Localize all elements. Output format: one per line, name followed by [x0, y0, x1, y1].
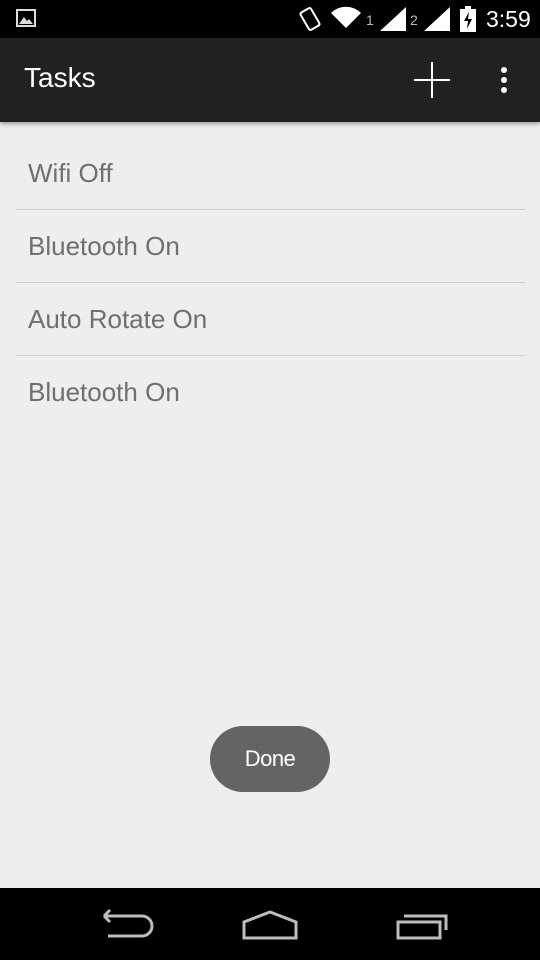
home-icon: [242, 910, 298, 940]
done-button[interactable]: Done: [210, 726, 330, 792]
action-bar: Tasks: [0, 38, 540, 122]
task-label: Bluetooth On: [28, 230, 180, 261]
overflow-menu-button[interactable]: [484, 54, 524, 106]
back-icon: [102, 908, 154, 938]
home-button[interactable]: [230, 902, 310, 946]
battery-charging-icon: [460, 6, 476, 32]
task-label: Bluetooth On: [28, 376, 180, 407]
gallery-icon: [16, 9, 36, 27]
more-vert-icon: [501, 67, 507, 93]
task-label: Wifi Off: [28, 157, 113, 188]
status-time: 3:59: [486, 6, 531, 32]
task-item[interactable]: Wifi Off: [16, 137, 525, 209]
status-bar: 1 2 3:59: [0, 0, 540, 38]
sim2-label: 2: [410, 12, 418, 28]
page-title: Tasks: [24, 62, 96, 93]
recents-icon: [396, 914, 448, 940]
task-item[interactable]: Bluetooth On: [16, 356, 525, 428]
plus-icon: [414, 62, 450, 98]
signal-icon: [424, 7, 450, 31]
task-item[interactable]: Auto Rotate On: [16, 283, 525, 355]
add-task-button[interactable]: [404, 54, 460, 106]
recents-button[interactable]: [380, 902, 460, 946]
task-list: Wifi Off Bluetooth On Auto Rotate On Blu…: [0, 122, 540, 888]
signal-icon: [380, 7, 406, 31]
vibrate-rotate-icon: [299, 7, 321, 31]
sim1-label: 1: [366, 12, 374, 28]
navigation-bar: [0, 888, 540, 960]
task-item[interactable]: Bluetooth On: [16, 210, 525, 282]
back-button[interactable]: [80, 902, 160, 946]
wifi-icon: [331, 6, 361, 29]
task-label: Auto Rotate On: [28, 303, 208, 334]
